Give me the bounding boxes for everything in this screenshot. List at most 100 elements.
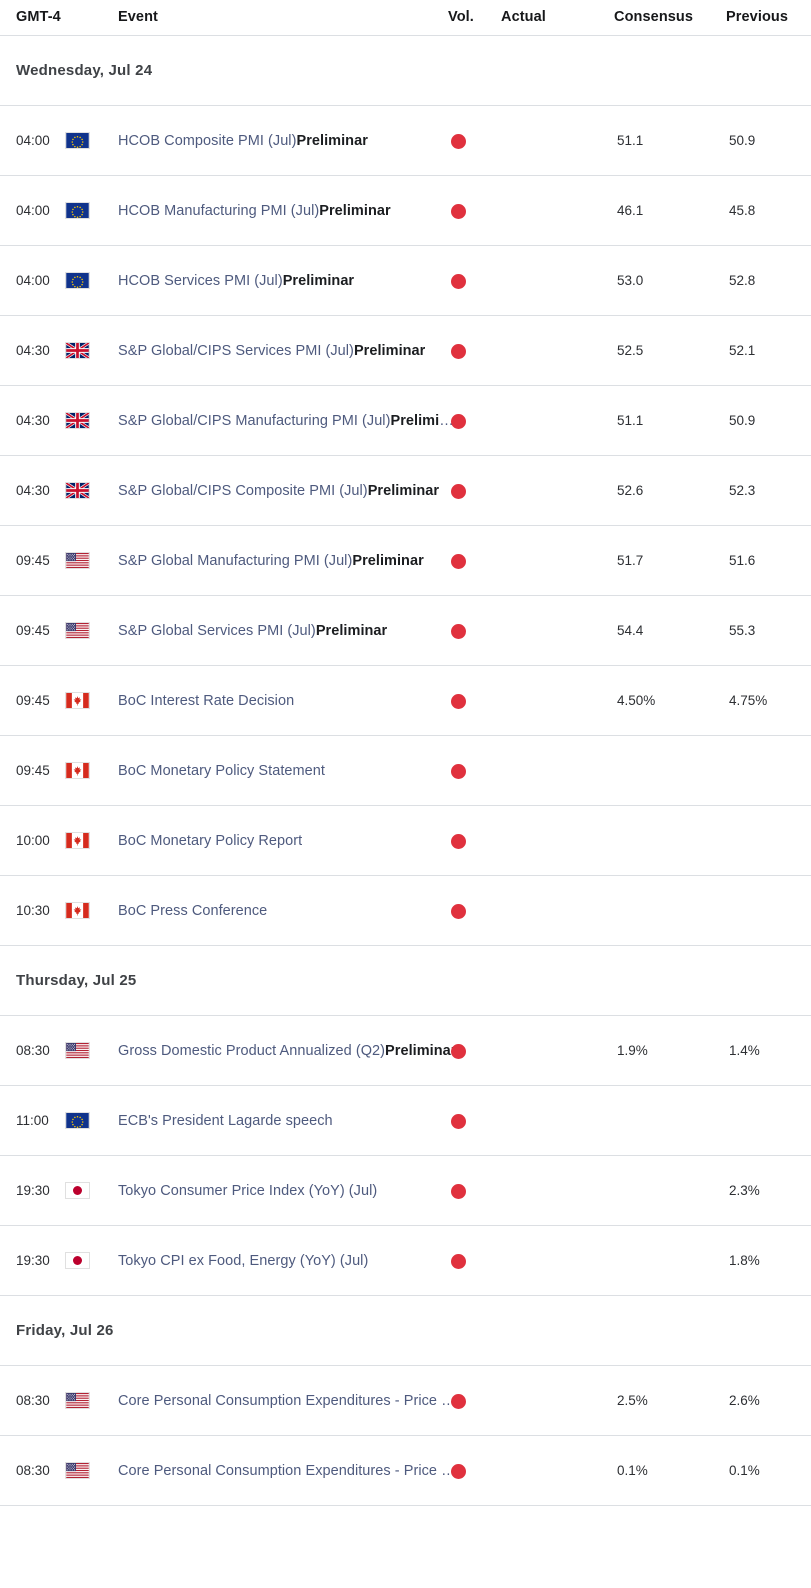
table-row[interactable]: 04:00 HCOB Composite PMI (Jul)Preliminar… bbox=[0, 106, 811, 176]
previous-value: 1.8% bbox=[729, 1253, 760, 1268]
high-volatility-dot bbox=[451, 134, 466, 149]
event-revision-tag: Preliminar bbox=[385, 1043, 457, 1059]
event-link[interactable]: BoC Monetary Policy Report bbox=[118, 832, 302, 851]
jp-flag-icon bbox=[65, 1182, 90, 1199]
column-header-vol: Vol. bbox=[448, 9, 474, 25]
previous-value: 1.4% bbox=[729, 1043, 760, 1058]
previous-value: 52.8 bbox=[729, 273, 756, 288]
event-link[interactable]: BoC Interest Rate Decision bbox=[118, 692, 294, 711]
previous-value: 52.3 bbox=[729, 483, 756, 498]
table-row[interactable]: 09:45 BoC Interest Rate Decision 4.50% 4.7… bbox=[0, 666, 811, 736]
us-flag-icon bbox=[65, 1042, 90, 1059]
consensus-value: 51.1 bbox=[617, 133, 644, 148]
event-link[interactable]: Tokyo Consumer Price Index (YoY) (Jul) bbox=[118, 1182, 377, 1201]
table-row[interactable]: 10:30 BoC Press Conference bbox=[0, 876, 811, 946]
consensus-value: 53.0 bbox=[617, 273, 644, 288]
table-row[interactable]: 08:30 Core Personal Consumption Expendit… bbox=[0, 1366, 811, 1436]
event-time: 08:30 bbox=[16, 1043, 50, 1058]
eu-flag-icon bbox=[65, 272, 90, 289]
high-volatility-dot bbox=[451, 344, 466, 359]
consensus-value: 51.7 bbox=[617, 553, 644, 568]
table-row[interactable]: 08:30 Gross Domestic Product Annualized … bbox=[0, 1016, 811, 1086]
table-row[interactable]: 09:45 S&P Global Manufacturing PMI (Jul)… bbox=[0, 526, 811, 596]
event-time: 09:45 bbox=[16, 623, 50, 638]
consensus-value: 52.6 bbox=[617, 483, 644, 498]
high-volatility-dot bbox=[451, 274, 466, 289]
economic-calendar: GMT-4 Event Vol. Actual Consensus Previo… bbox=[0, 0, 811, 1506]
consensus-value: 1.9% bbox=[617, 1043, 648, 1058]
event-time: 04:30 bbox=[16, 483, 50, 498]
calendar-body: Wednesday, Jul 24 04:00 HCOB Composite PM… bbox=[0, 36, 811, 1506]
event-time: 04:00 bbox=[16, 133, 50, 148]
event-link[interactable]: S&P Global/CIPS Manufacturing PMI (Jul)P… bbox=[118, 412, 458, 431]
high-volatility-dot bbox=[451, 554, 466, 569]
high-volatility-dot bbox=[451, 764, 466, 779]
table-row[interactable]: 08:30 Core Personal Consumption Expendit… bbox=[0, 1436, 811, 1506]
event-link[interactable]: Tokyo CPI ex Food, Energy (YoY) (Jul) bbox=[118, 1252, 368, 1271]
table-row[interactable]: 04:00 HCOB Manufacturing PMI (Jul)Prelim… bbox=[0, 176, 811, 246]
day-label: Thursday, Jul 25 bbox=[16, 972, 137, 989]
column-header-previous: Previous bbox=[726, 9, 789, 25]
event-link[interactable]: BoC Monetary Policy Statement bbox=[118, 762, 325, 781]
event-link[interactable]: Core Personal Consumption Expenditures -… bbox=[118, 1462, 458, 1481]
event-link[interactable]: HCOB Manufacturing PMI (Jul)Preliminar bbox=[118, 202, 391, 221]
day-label: Friday, Jul 26 bbox=[16, 1322, 114, 1339]
high-volatility-dot bbox=[451, 484, 466, 499]
event-time: 08:30 bbox=[16, 1393, 50, 1408]
event-time: 09:45 bbox=[16, 553, 50, 568]
consensus-value: 0.1% bbox=[617, 1463, 648, 1478]
event-link[interactable]: HCOB Services PMI (Jul)Preliminar bbox=[118, 272, 354, 291]
event-time: 09:45 bbox=[16, 693, 50, 708]
high-volatility-dot bbox=[451, 1254, 466, 1269]
ca-flag-icon bbox=[65, 832, 90, 849]
ca-flag-icon bbox=[65, 692, 90, 709]
column-header-event: Event bbox=[118, 9, 158, 25]
previous-value: 45.8 bbox=[729, 203, 756, 218]
event-link[interactable]: S&P Global/CIPS Composite PMI (Jul)Preli… bbox=[118, 482, 439, 501]
consensus-value: 46.1 bbox=[617, 203, 644, 218]
table-row[interactable]: 19:30 Tokyo Consumer Price Index (YoY) (… bbox=[0, 1156, 811, 1226]
high-volatility-dot bbox=[451, 904, 466, 919]
event-link[interactable]: S&P Global Services PMI (Jul)Preliminar bbox=[118, 622, 387, 641]
event-link[interactable]: ECB's President Lagarde speech bbox=[118, 1112, 333, 1131]
table-row[interactable]: 04:30 S&P Global/CIPS Manufacturing PMI … bbox=[0, 386, 811, 456]
table-row[interactable]: 09:45 S&P Global Services PMI (Jul)Preli… bbox=[0, 596, 811, 666]
event-link[interactable]: Gross Domestic Product Annualized (Q2)Pr… bbox=[118, 1042, 456, 1061]
table-row[interactable]: 19:30 Tokyo CPI ex Food, Energy (YoY) (J… bbox=[0, 1226, 811, 1296]
eu-flag-icon bbox=[65, 1112, 90, 1129]
event-time: 09:45 bbox=[16, 763, 50, 778]
event-link[interactable]: BoC Press Conference bbox=[118, 902, 267, 921]
event-link[interactable]: S&P Global/CIPS Services PMI (Jul)Prelim… bbox=[118, 342, 425, 361]
table-row[interactable]: 04:30 S&P Global/CIPS Services PMI (Jul)… bbox=[0, 316, 811, 386]
high-volatility-dot bbox=[451, 414, 466, 429]
high-volatility-dot bbox=[451, 624, 466, 639]
event-revision-tag: Preliminar bbox=[315, 623, 388, 639]
event-revision-tag: Preliminar bbox=[353, 343, 426, 359]
event-time: 04:00 bbox=[16, 273, 50, 288]
event-time: 10:00 bbox=[16, 833, 50, 848]
ca-flag-icon bbox=[65, 902, 90, 919]
day-label: Wednesday, Jul 24 bbox=[16, 62, 153, 79]
table-row[interactable]: 09:45 BoC Monetary Policy Statement bbox=[0, 736, 811, 806]
table-row[interactable]: 04:30 S&P Global/CIPS Composite PMI (Jul… bbox=[0, 456, 811, 526]
event-link[interactable]: S&P Global Manufacturing PMI (Jul)Prelim… bbox=[118, 552, 424, 571]
high-volatility-dot bbox=[451, 834, 466, 849]
event-time: 19:30 bbox=[16, 1183, 50, 1198]
uk-flag-icon bbox=[65, 342, 90, 359]
column-header-time: GMT-4 bbox=[16, 9, 61, 25]
event-link[interactable]: HCOB Composite PMI (Jul)Preliminar bbox=[118, 132, 368, 151]
event-link[interactable]: Core Personal Consumption Expenditures -… bbox=[118, 1392, 458, 1411]
event-revision-tag: Preliminar bbox=[367, 483, 440, 499]
table-row[interactable]: 11:00 ECB's President Lagarde speech bbox=[0, 1086, 811, 1156]
consensus-value: 4.50% bbox=[617, 693, 656, 708]
event-time: 19:30 bbox=[16, 1253, 50, 1268]
previous-value: 50.9 bbox=[729, 413, 756, 428]
uk-flag-icon bbox=[65, 482, 90, 499]
ca-flag-icon bbox=[65, 762, 90, 779]
consensus-value: 51.1 bbox=[617, 413, 644, 428]
table-row[interactable]: 10:00 BoC Monetary Policy Report bbox=[0, 806, 811, 876]
event-time: 04:30 bbox=[16, 413, 50, 428]
consensus-value: 54.4 bbox=[617, 623, 644, 638]
table-row[interactable]: 04:00 HCOB Services PMI (Jul)Preliminar 5… bbox=[0, 246, 811, 316]
high-volatility-dot bbox=[451, 204, 466, 219]
